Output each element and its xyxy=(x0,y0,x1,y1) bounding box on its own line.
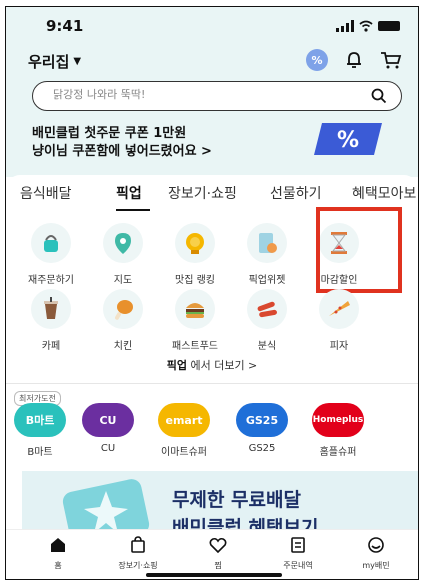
active-tab-indicator xyxy=(116,209,150,211)
section-divider xyxy=(6,383,418,384)
category-label: 카페 xyxy=(41,341,61,352)
medal-icon xyxy=(175,223,215,263)
category-fastfood[interactable]: 패스트푸드 xyxy=(160,289,230,352)
banner-line1: 무제한 무료배달 xyxy=(172,489,301,511)
category-label: 치킨 xyxy=(113,341,133,352)
tab-food-delivery[interactable]: 음식배달 xyxy=(20,183,72,203)
app-screen: 9:41 우리집 ▼ % 배민클럽 첫주문 쿠폰 1만원 냥이님 쿠폰함에 넣어… xyxy=(5,6,419,580)
store-bmart[interactable]: B마트 B마트 xyxy=(10,403,70,458)
category-ranking[interactable]: 맛집 랭킹 xyxy=(160,223,230,286)
category-label: 픽업위젯 xyxy=(248,275,286,286)
sausage-icon xyxy=(247,289,287,329)
burger-icon xyxy=(175,289,215,329)
highlight-box xyxy=(316,207,402,293)
store-homeplus[interactable]: Homeplus 홈플슈퍼 xyxy=(308,403,368,458)
more-rest-label: 에서 더보기 > xyxy=(186,359,258,372)
store-gs25[interactable]: GS25 GS25 xyxy=(232,403,292,454)
store-label: GS25 xyxy=(248,443,276,454)
category-snack[interactable]: 분식 xyxy=(232,289,302,352)
coupon-ticket-symbol: % xyxy=(337,128,359,153)
reorder-icon xyxy=(31,223,71,263)
promo-text[interactable]: 배민클럽 첫주문 쿠폰 1만원 냥이님 쿠폰함에 넣어드렸어요 > xyxy=(32,125,212,161)
tab-pickup[interactable]: 픽업 xyxy=(116,183,142,203)
nav-home[interactable]: 홈 xyxy=(28,536,88,571)
nav-label: 홈 xyxy=(54,561,62,570)
homeplus-logo: Homeplus xyxy=(312,403,364,437)
tab-shopping[interactable]: 장보기·쇼핑 xyxy=(168,183,237,203)
bmart-logo: B마트 xyxy=(14,403,66,437)
shopping-bag-icon xyxy=(131,536,145,553)
status-time: 9:41 xyxy=(46,17,84,35)
category-label: 분식 xyxy=(257,341,277,352)
address-selector[interactable]: 우리집 ▼ xyxy=(28,51,81,72)
store-emart[interactable]: emart 이마트슈퍼 xyxy=(154,403,214,458)
chevron-down-icon: ▼ xyxy=(73,56,82,67)
address-label: 우리집 xyxy=(28,53,70,71)
club-banner[interactable]: 무제한 무료배달 배민클럽 혜택보기 xyxy=(22,471,418,531)
coupon-ticket-icon: % xyxy=(314,123,382,155)
gs25-logo: GS25 xyxy=(236,403,288,437)
store-label: CU xyxy=(100,443,116,454)
promo-line1: 배민클럽 첫주문 쿠폰 1만원 xyxy=(32,126,187,141)
status-icons xyxy=(336,20,400,32)
coupon-icon[interactable]: % xyxy=(306,49,328,71)
store-label: 이마트슈퍼 xyxy=(161,447,207,458)
search-icon[interactable] xyxy=(371,88,387,104)
profile-icon xyxy=(368,537,384,553)
category-label: 재주문하기 xyxy=(28,275,74,286)
search-input[interactable] xyxy=(53,88,353,101)
store-label: B마트 xyxy=(27,447,53,458)
heart-icon xyxy=(209,537,227,554)
category-label: 패스트푸드 xyxy=(172,341,218,352)
nav-shopping[interactable]: 장보기·쇼핑 xyxy=(108,536,168,571)
more-pickup-link[interactable]: 픽업 에서 더보기 > xyxy=(6,357,418,373)
home-indicator xyxy=(146,573,282,577)
nav-label: my배민 xyxy=(362,561,390,570)
wifi-icon xyxy=(359,20,373,32)
more-bold-label: 픽업 xyxy=(166,359,187,372)
pizza-icon xyxy=(319,289,359,329)
signal-icon xyxy=(336,20,354,32)
emart-logo: emart xyxy=(158,403,210,437)
nav-label: 장보기·쇼핑 xyxy=(118,561,158,570)
nav-label: 찜 xyxy=(214,561,222,570)
map-pin-icon xyxy=(103,223,143,263)
battery-icon xyxy=(378,21,400,31)
category-reorder[interactable]: 재주문하기 xyxy=(16,223,86,286)
store-cu[interactable]: CU CU xyxy=(78,403,138,454)
category-pizza[interactable]: 피자 xyxy=(304,289,374,352)
status-bar: 9:41 xyxy=(6,17,418,39)
category-label: 맛집 랭킹 xyxy=(175,275,215,286)
star-badge-icon xyxy=(62,479,150,531)
cart-icon[interactable] xyxy=(380,50,402,70)
home-icon xyxy=(51,538,65,552)
category-label: 지도 xyxy=(113,275,133,286)
category-cafe[interactable]: 카페 xyxy=(16,289,86,352)
tab-gifts[interactable]: 선물하기 xyxy=(270,183,322,203)
header-actions: % xyxy=(306,49,402,71)
category-map[interactable]: 지도 xyxy=(88,223,158,286)
search-bar[interactable] xyxy=(32,81,402,111)
promo-line2: 냥이님 쿠폰함에 넣어드렸어요 > xyxy=(32,144,212,159)
coffee-icon xyxy=(31,289,71,329)
nav-my-baemin[interactable]: my배민 xyxy=(346,536,406,571)
nav-favorites[interactable]: 찜 xyxy=(188,536,248,571)
widget-icon xyxy=(247,223,287,263)
category-label: 피자 xyxy=(329,341,349,352)
nav-label: 주문내역 xyxy=(283,561,313,570)
category-chicken[interactable]: 치킨 xyxy=(88,289,158,352)
store-label: 홈플슈퍼 xyxy=(319,447,357,458)
cu-logo: CU xyxy=(82,403,134,437)
nav-orders[interactable]: 주문내역 xyxy=(268,536,328,571)
bell-icon[interactable] xyxy=(344,50,364,70)
tab-benefits[interactable]: 혜택모아보 xyxy=(352,183,416,203)
category-widget[interactable]: 픽업위젯 xyxy=(232,223,302,286)
receipt-icon xyxy=(291,537,305,553)
chicken-icon xyxy=(103,289,143,329)
